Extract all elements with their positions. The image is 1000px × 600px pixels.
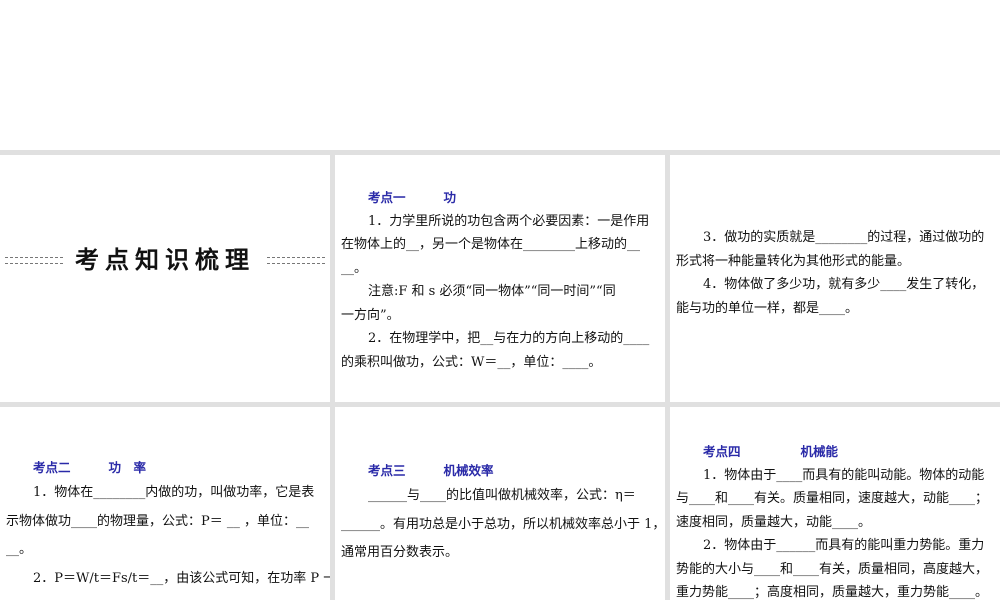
text-line: 势能的大小与____和____有关，质量相同，高度越大， [676,561,989,577]
slide-power[interactable]: 考点二 功 率 1．物体在________内做的功，叫做功率，它是表 示物体做功_… [0,407,330,600]
text-line: 3．做功的实质就是________的过程，通过做功的 [703,230,985,245]
text-line: 2．在物理学中，把__与在力的方向上移动的____ [368,331,650,346]
text-line: 形式将一种能量转化为其他形式的能量。 [676,253,911,269]
section-title: 考点三 机械效率 [341,459,659,482]
text-line: 能与功的单位一样，都是____。 [676,300,859,316]
slide-mechanical-energy[interactable]: 考点四 机械能 1．物体由于____而具有的能叫动能。物体的动能 与____和__… [670,407,1000,600]
text-line: 1．物体在________内做的功，叫做功率，它是表 [33,485,315,500]
text-line: 与____和____有关。质量相同，速度越大，动能____； [676,491,989,506]
text-line: 速度相同，质量越大，动能____。 [676,514,872,530]
text-line: ______与____的比值叫做机械效率，公式：η＝ [368,488,636,503]
slide-work-continued[interactable]: 3．做功的实质就是________的过程，通过做功的 形式将一种能量转化为其他形… [670,155,1000,402]
section-title: 考点四 机械能 [676,440,994,464]
section-topic: 功 [443,190,457,205]
section-number: 考点二 [33,460,71,475]
text-line: ______。有用功总是小于总功，所以机械效率总小于 1， [341,516,665,532]
text-line: __。 [341,260,368,276]
text-line: 4．物体做了多少功，就有多少____发生了转化， [703,277,985,292]
text-line: 2．物体由于______而具有的能叫重力势能。重力 [703,538,985,553]
section-topic: 机械效率 [443,463,494,478]
slide-work[interactable]: 考点一 功 1．力学里所说的功包含两个必要因素：一是作用 在物体上的__，另一个是… [335,155,665,402]
text-line: 的乘积叫做功，公式：W＝__，单位：____。 [341,354,602,370]
slide-title-panel[interactable]: 考点知识梳理 [0,155,330,402]
text-line: 2．P＝W/t＝Fs/t＝__，由该公式可知，在功率 P 一 [33,570,330,586]
text-line: 一方向”。 [341,307,400,323]
text-line: 示物体做功____的物理量，公式：P＝ __ ，单位：__ [6,513,310,529]
text-line: 通常用百分数表示。 [341,545,459,560]
text-line: 1．物体由于____而具有的能叫动能。物体的动能 [703,467,985,483]
dashed-divider-right [267,257,325,264]
text-line: 重力势能____；高度相同，质量越大，重力势能____。 [676,585,989,600]
section-topic: 功 率 [108,460,147,475]
section-title: 考点一 功 [341,186,659,210]
section-number: 考点三 [368,463,406,478]
text-line: __。 [6,542,33,557]
section-title: 考点二 功 率 [6,456,324,479]
text-line: 1．力学里所说的功包含两个必要因素：一是作用 [368,213,650,229]
section-number: 考点四 [703,444,741,459]
section-topic: 机械能 [800,444,839,459]
slide-efficiency[interactable]: 考点三 机械效率 ______与____的比值叫做机械效率，公式：η＝ _____… [335,407,665,600]
text-line: 注意:F 和 s 必须“同一物体”“同一时间”“同 [368,284,616,299]
text-line: 在物体上的__，另一个是物体在________上移动的__ [341,237,641,252]
section-number: 考点一 [368,190,406,205]
